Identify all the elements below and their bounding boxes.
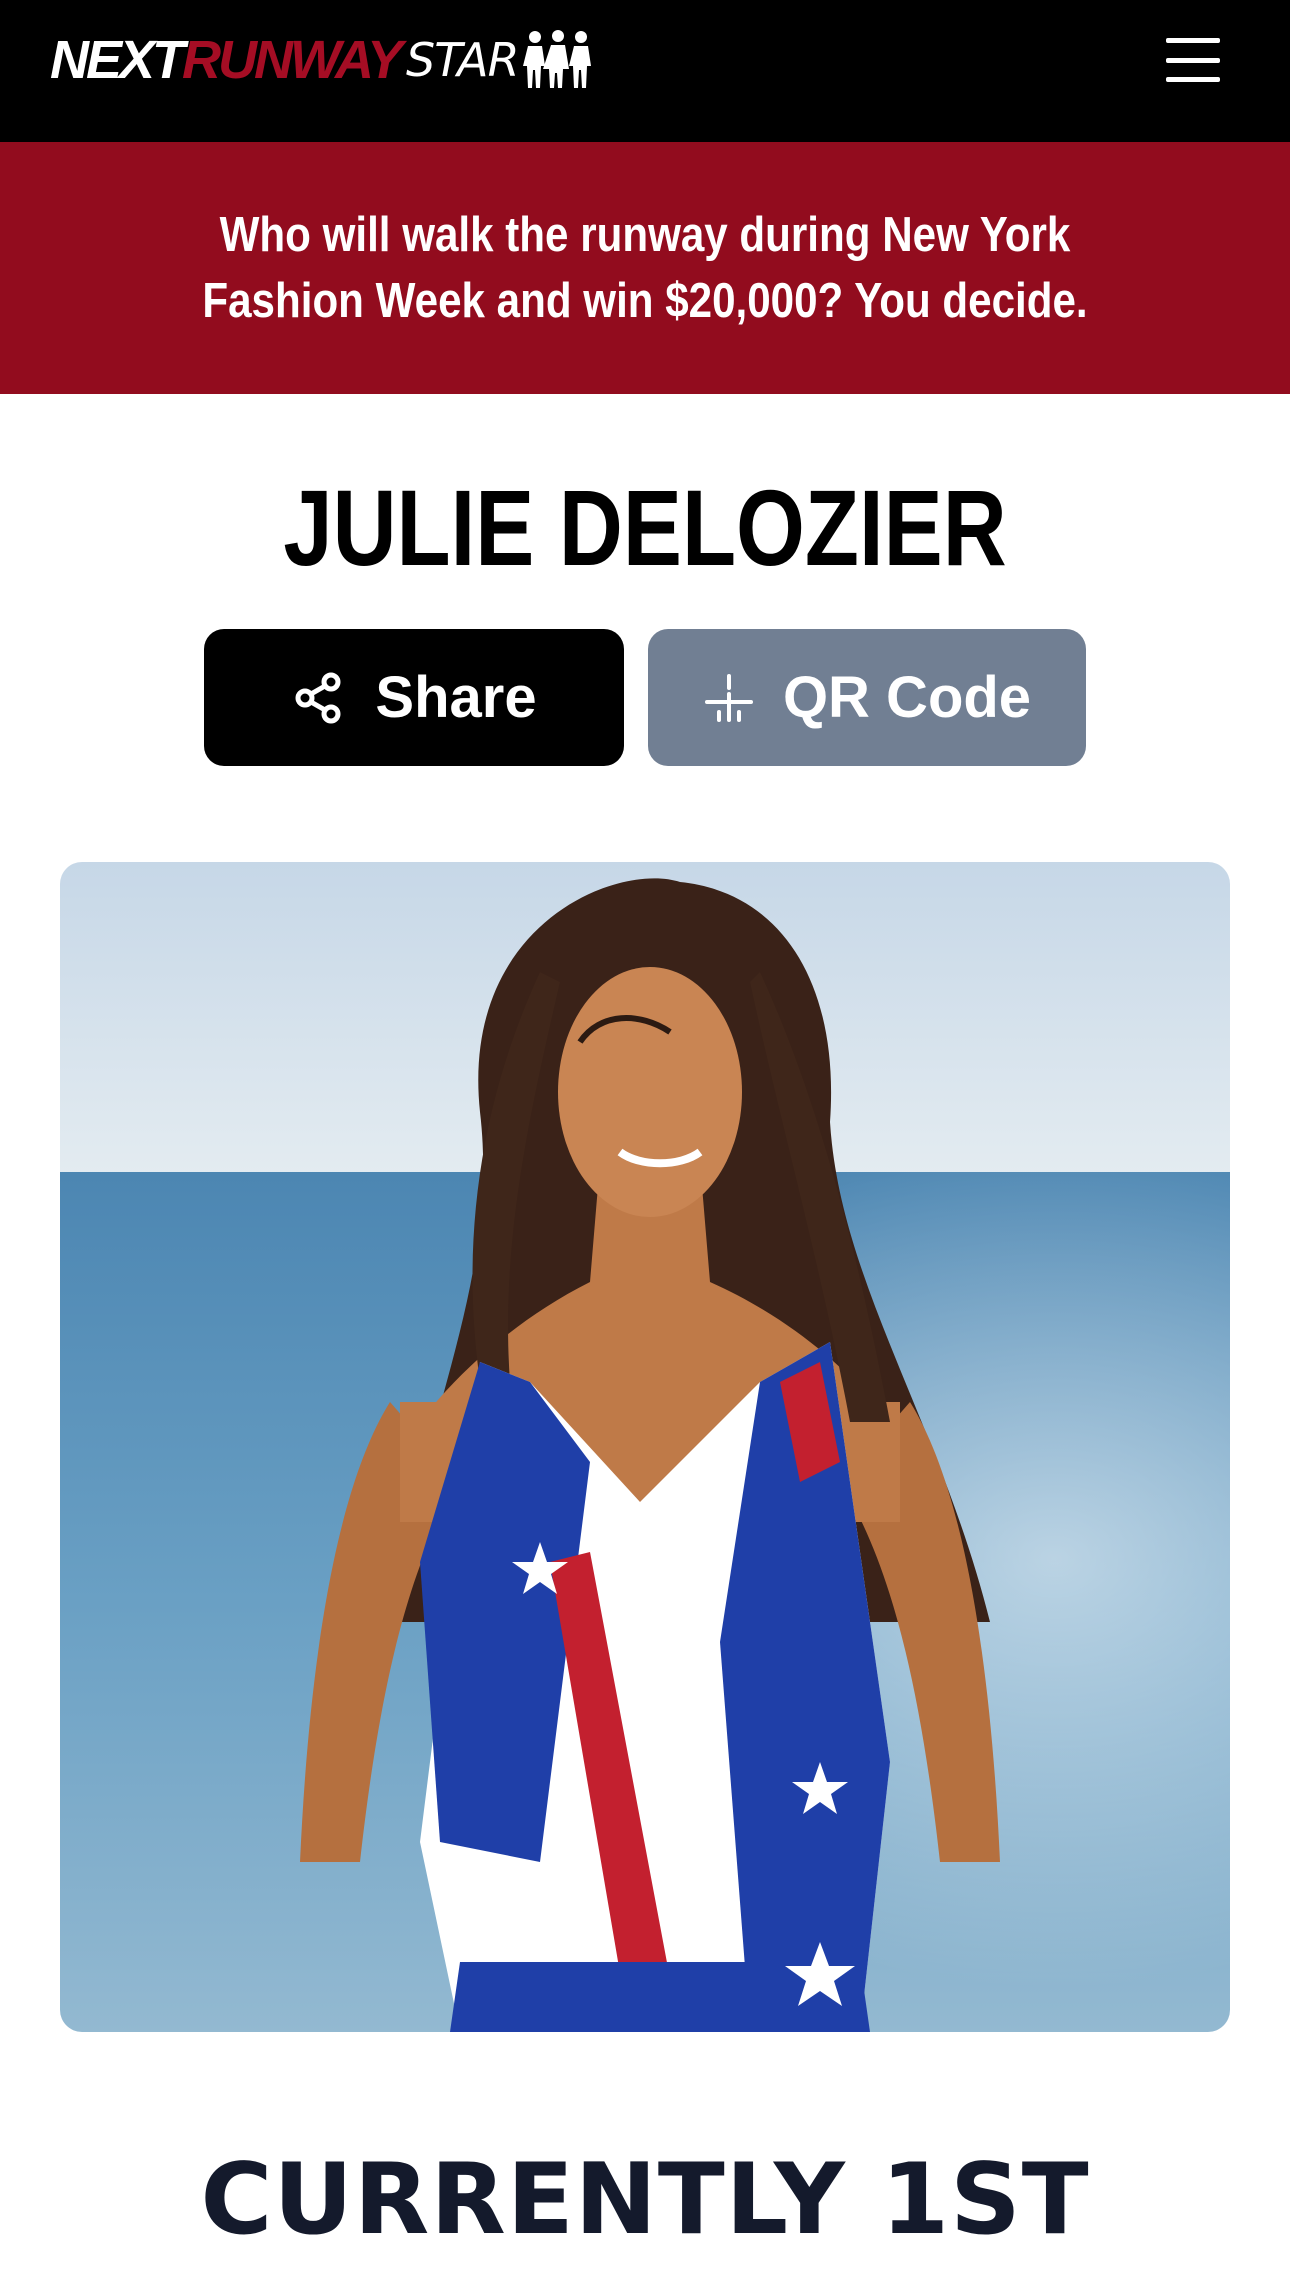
current-rank: CURRENTLY 1ST [200, 2143, 1090, 2257]
promo-banner: Who will walk the runway during New York… [0, 142, 1290, 394]
logo-next-text: NEXT [50, 30, 185, 90]
site-logo[interactable]: NEXT RUNWAY STAR [50, 28, 593, 92]
share-button[interactable]: Share [204, 629, 624, 766]
qr-code-icon [703, 672, 755, 724]
qr-code-label: QR Code [782, 665, 1032, 730]
contestant-name: JULIE DELOZIER [283, 467, 1007, 588]
top-nav-bar: NEXT RUNWAY STAR [0, 0, 1290, 142]
hamburger-menu-icon[interactable] [1164, 36, 1222, 84]
banner-text: Who will walk the runway during New York… [202, 208, 1088, 328]
logo-star-text: STAR [406, 33, 520, 87]
share-label: Share [375, 665, 537, 730]
logo-runway-text: RUNWAY [182, 30, 403, 90]
qr-code-button[interactable]: QR Code [648, 629, 1086, 766]
models-silhouette-icon [522, 30, 593, 90]
contestant-photo [60, 862, 1230, 2032]
share-icon [291, 670, 347, 726]
